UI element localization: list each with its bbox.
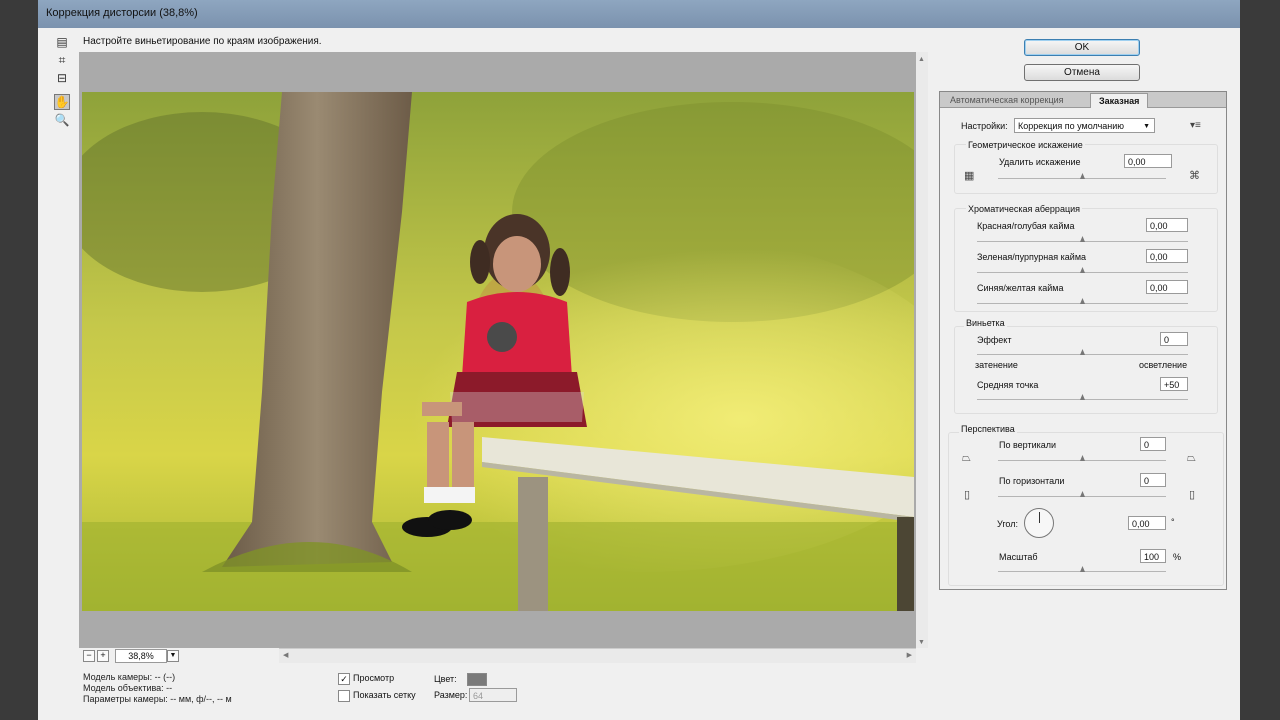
- darken-label: затенение: [975, 360, 1018, 370]
- settings-dropdown[interactable]: Коррекция по умолчанию ▼: [1014, 118, 1155, 133]
- perspective-group: [948, 432, 1224, 586]
- horizontal-perspective-right-icon: ▯: [1189, 489, 1196, 501]
- geometric-title: Геометрическое искажение: [966, 140, 1085, 150]
- red-cyan-label: Красная/голубая кайма: [977, 221, 1075, 231]
- zoom-control: − + 38,8% ▼: [79, 648, 279, 663]
- show-grid-checkbox[interactable]: [338, 690, 350, 702]
- angle-dial[interactable]: [1024, 508, 1054, 538]
- scroll-left-icon[interactable]: ◀: [283, 651, 288, 659]
- remove-distortion-label: Удалить искажение: [999, 157, 1081, 167]
- scroll-down-icon[interactable]: ▼: [918, 639, 925, 646]
- zoom-tool-icon[interactable]: 🔍: [54, 112, 70, 128]
- chevron-down-icon: ▼: [1143, 123, 1150, 130]
- preview-label: Просмотр: [353, 673, 395, 683]
- scale-label: Масштаб: [999, 552, 1038, 562]
- perspective-title: Перспектива: [959, 424, 1017, 434]
- horizontal-perspective-left-icon: ▯: [964, 489, 971, 501]
- angle-dial-needle: [1039, 512, 1040, 523]
- geometric-group: [954, 144, 1218, 194]
- scale-field[interactable]: 100: [1140, 549, 1166, 563]
- camera-model-text: Модель камеры: -- (--): [83, 672, 176, 682]
- zoom-dropdown-icon[interactable]: ▼: [167, 650, 179, 662]
- vignette-effect-field[interactable]: 0: [1160, 332, 1188, 346]
- grid-size-field[interactable]: 64: [469, 688, 517, 702]
- vignette-effect-label: Эффект: [977, 335, 1012, 345]
- title-bar: Коррекция дисторсии (38,8%): [38, 0, 1240, 28]
- tabs-bar: Автоматическая коррекция Заказная: [940, 92, 1226, 108]
- tab-auto-correction[interactable]: Автоматическая коррекция: [942, 93, 1072, 107]
- horizontal-scrollbar[interactable]: ◀ ▶: [279, 648, 916, 663]
- cancel-button[interactable]: Отмена: [1024, 64, 1140, 81]
- horizontal-perspective-label: По горизонтали: [999, 476, 1065, 486]
- angle-unit: °: [1171, 517, 1175, 527]
- remove-distortion-field[interactable]: 0,00: [1124, 154, 1172, 168]
- color-label: Цвет:: [434, 674, 457, 684]
- vignette-title: Виньетка: [964, 318, 1007, 328]
- red-cyan-field[interactable]: 0,00: [1146, 218, 1188, 232]
- vertical-perspective-label: По вертикали: [999, 440, 1057, 450]
- settings-label: Настройки:: [961, 121, 1008, 131]
- vertical-perspective-right-icon: ⏢: [1187, 452, 1196, 464]
- lens-model-text: Модель объектива: --: [83, 683, 173, 693]
- zoom-level-field[interactable]: 38,8%: [115, 649, 167, 663]
- settings-dropdown-value: Коррекция по умолчанию: [1018, 121, 1125, 131]
- zoom-out-button[interactable]: −: [83, 650, 95, 662]
- blue-yellow-field[interactable]: 0,00: [1146, 280, 1188, 294]
- move-grid-tool-icon[interactable]: ⌗: [54, 52, 70, 68]
- ok-button[interactable]: OK: [1024, 39, 1140, 56]
- correction-panel: Автоматическая коррекция Заказная Настро…: [939, 91, 1227, 590]
- blue-yellow-label: Синяя/желтая кайма: [977, 283, 1064, 293]
- show-grid-label: Показать сетку: [353, 690, 416, 700]
- size-label: Размер:: [434, 690, 468, 700]
- scroll-right-icon[interactable]: ▶: [907, 651, 912, 659]
- zoom-in-button[interactable]: +: [97, 650, 109, 662]
- straighten-tool-icon[interactable]: ⊟: [54, 70, 70, 86]
- vertical-perspective-field[interactable]: 0: [1140, 437, 1166, 451]
- window-title: Коррекция дисторсии (38,8%): [46, 7, 198, 19]
- hint-text: Настройте виньетирование по краям изобра…: [83, 36, 322, 47]
- angle-label: Угол:: [997, 519, 1018, 529]
- midpoint-label: Средняя точка: [977, 380, 1039, 390]
- green-magenta-field[interactable]: 0,00: [1146, 249, 1188, 263]
- distortion-dialog: Коррекция дисторсии (38,8%) ▤ ⌗ ⊟ ✋ 🔍 На…: [38, 0, 1240, 720]
- tab-custom[interactable]: Заказная: [1090, 93, 1149, 108]
- vertical-perspective-left-icon: ⏢: [962, 452, 971, 464]
- remove-distortion-tool-icon[interactable]: ▤: [54, 34, 70, 50]
- chromatic-title: Хроматическая аберрация: [966, 204, 1083, 214]
- hand-tool-icon[interactable]: ✋: [54, 94, 70, 110]
- scale-unit: %: [1173, 552, 1182, 562]
- preview-image[interactable]: [82, 92, 914, 611]
- angle-field[interactable]: 0,00: [1128, 516, 1166, 530]
- midpoint-field[interactable]: +50: [1160, 377, 1188, 391]
- barrel-icon: ⌘: [1189, 170, 1200, 182]
- scroll-up-icon[interactable]: ▲: [918, 56, 925, 63]
- green-magenta-label: Зеленая/пурпурная кайма: [977, 252, 1087, 262]
- preview-checkbox[interactable]: ✓: [338, 673, 350, 685]
- camera-params-text: Параметры камеры: -- мм, ф/--, -- м: [83, 694, 232, 704]
- grid-color-swatch[interactable]: [467, 673, 487, 686]
- vertical-scrollbar[interactable]: ▲ ▼: [916, 52, 928, 648]
- pincushion-icon: ▦: [964, 170, 975, 182]
- horizontal-perspective-field[interactable]: 0: [1140, 473, 1166, 487]
- settings-menu-icon[interactable]: ▾≡: [1190, 120, 1201, 131]
- lighten-label: осветление: [1139, 360, 1188, 370]
